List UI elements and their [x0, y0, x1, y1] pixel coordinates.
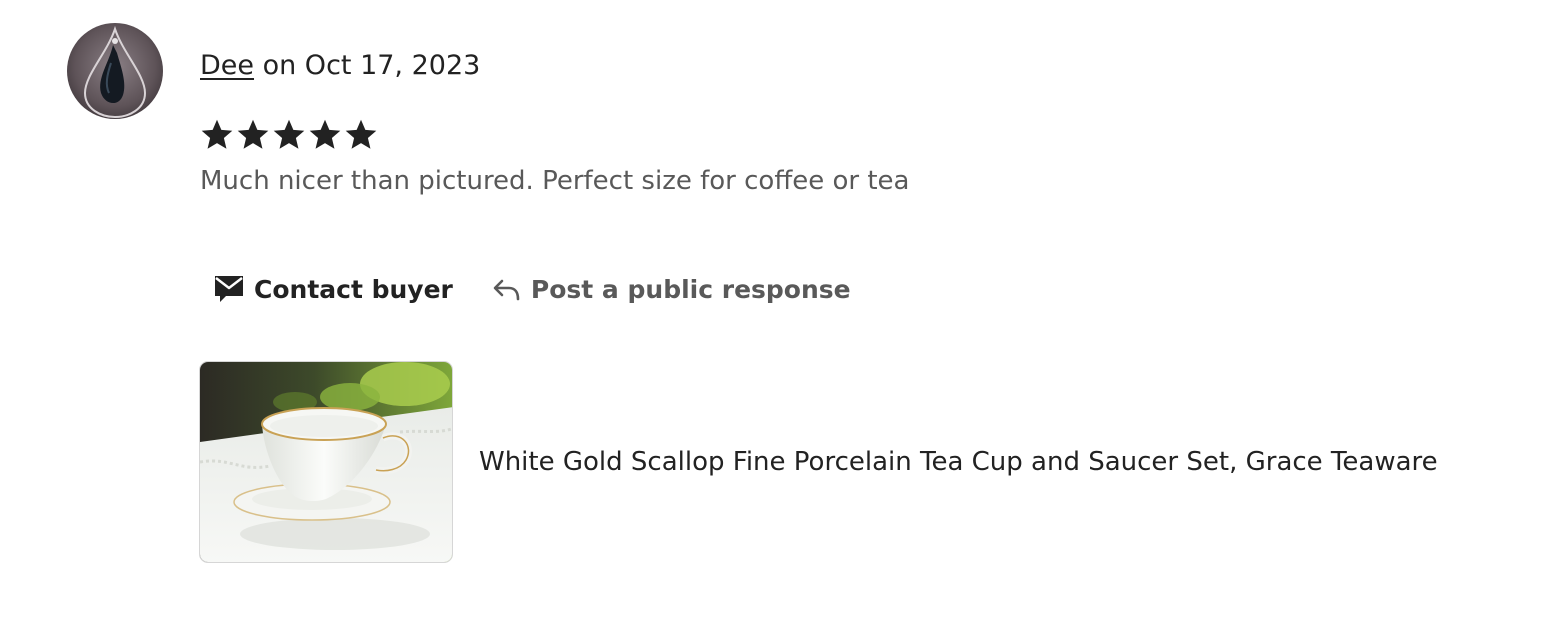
envelope-icon [214, 274, 244, 304]
star-icon [309, 119, 341, 149]
review-header: Dee on Oct 17, 2023 [200, 48, 480, 84]
star-icon [273, 119, 305, 149]
contact-buyer-label: Contact buyer [254, 274, 453, 304]
star-icon [201, 119, 233, 149]
review-text: Much nicer than pictured. Perfect size f… [200, 166, 910, 196]
reviewer-avatar[interactable] [67, 23, 163, 119]
post-public-response-button[interactable]: Post a public response [477, 266, 865, 312]
review-actions: Contact buyer Post a public response [200, 266, 865, 312]
star-icon [237, 119, 269, 149]
star-rating [199, 116, 379, 154]
listing-title: White Gold Scallop Fine Porcelain Tea Cu… [479, 447, 1438, 477]
review-date: on Oct 17, 2023 [254, 50, 481, 81]
contact-buyer-button[interactable]: Contact buyer [200, 266, 467, 312]
star-icon [345, 119, 377, 149]
reviewer-name-link[interactable]: Dee [200, 50, 254, 81]
listing-thumbnail[interactable] [199, 361, 453, 563]
post-public-response-label: Post a public response [530, 274, 851, 304]
listing-link[interactable]: White Gold Scallop Fine Porcelain Tea Cu… [199, 361, 1438, 563]
reply-arrow-icon [491, 274, 521, 304]
